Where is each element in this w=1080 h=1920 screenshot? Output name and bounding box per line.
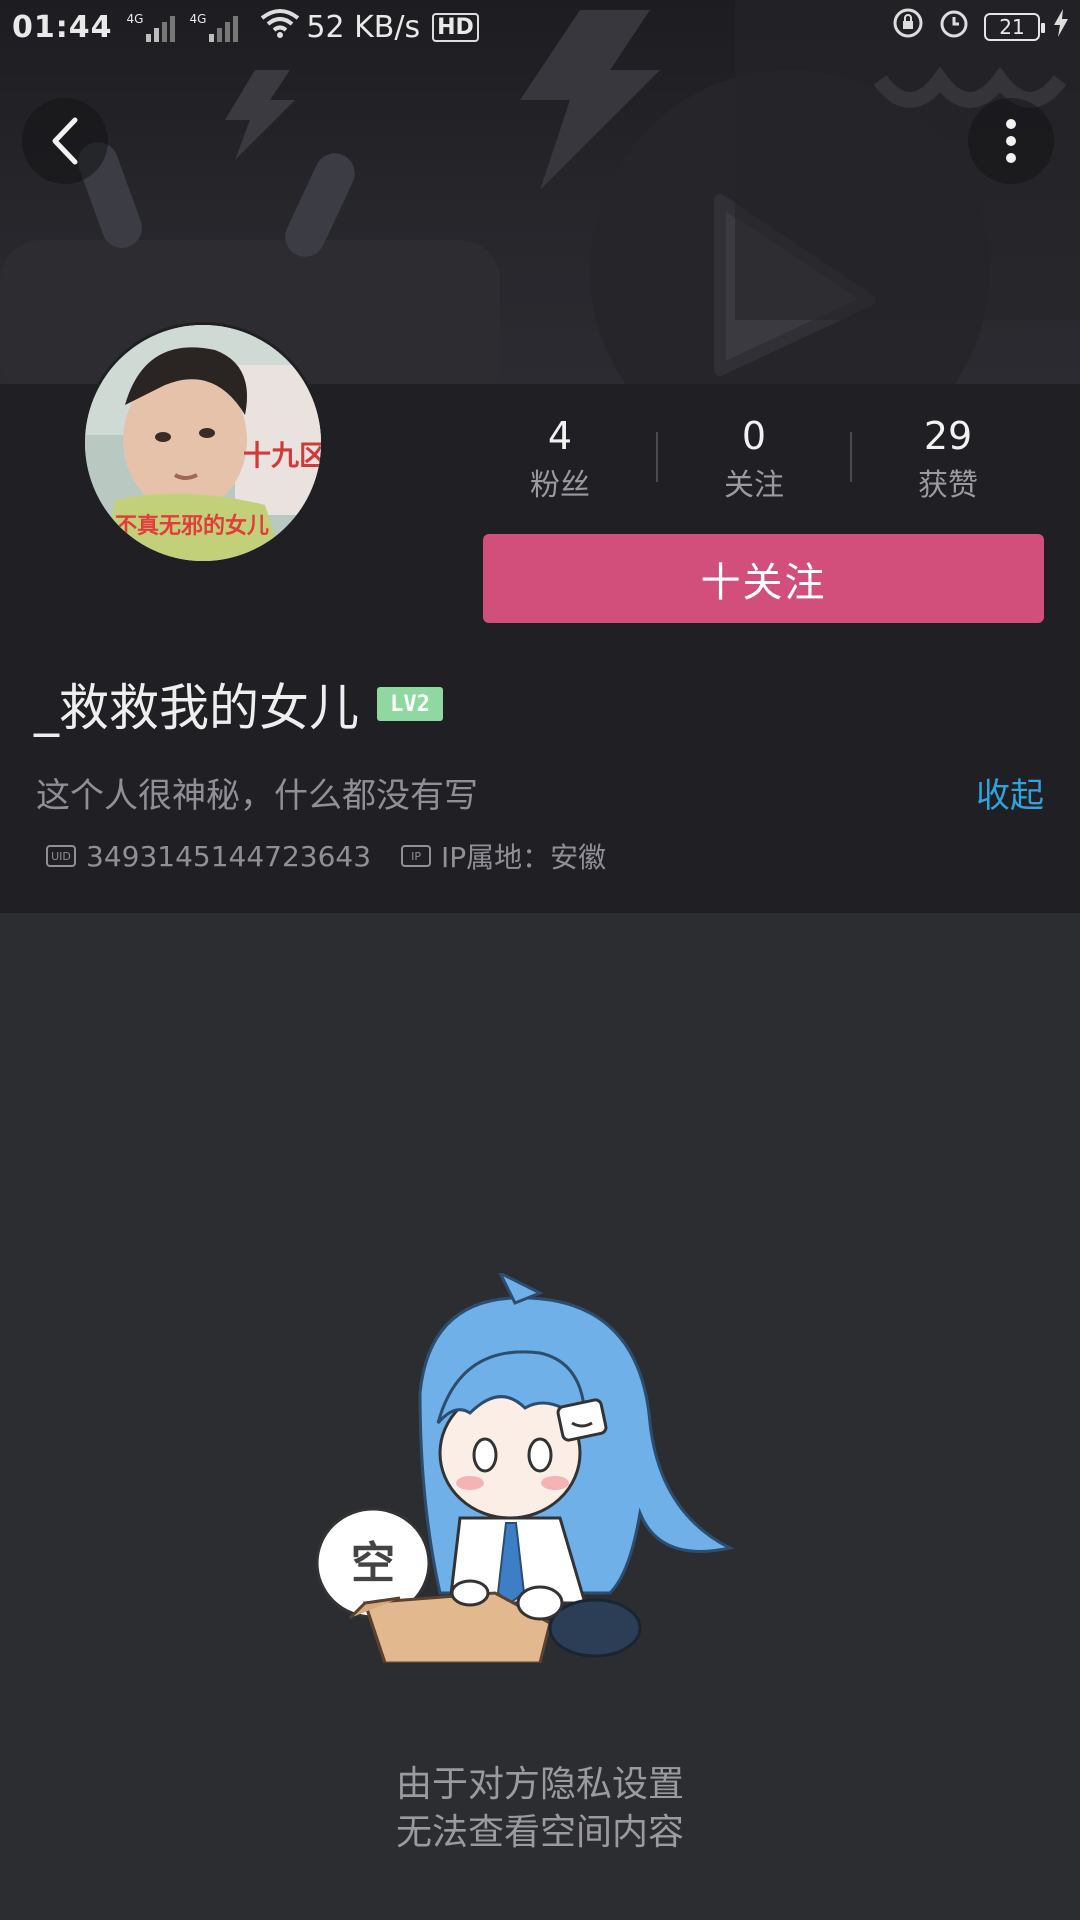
- ip-icon: IP: [401, 845, 432, 867]
- level-badge: LV2: [377, 687, 443, 721]
- bio-text: 这个人很神秘，什么都没有写: [36, 776, 478, 816]
- more-vertical-icon: [1006, 119, 1016, 163]
- back-button[interactable]: [22, 98, 108, 184]
- chevron-left-icon: [52, 117, 78, 165]
- stat-divider: [656, 432, 658, 482]
- battery-icon: 21: [984, 13, 1045, 41]
- empty-message: 由于对方隐私设置 无法查看空间内容: [0, 1761, 1080, 1857]
- username: _救救我的女儿: [34, 679, 359, 737]
- uid-value[interactable]: 3493145144723643: [86, 840, 371, 873]
- alarm-icon: [938, 7, 970, 47]
- follow-button[interactable]: 十关注: [483, 534, 1044, 623]
- stat-fans[interactable]: 4 粉丝: [485, 414, 635, 508]
- charging-icon: [1054, 9, 1068, 45]
- empty-illustration: 空: [315, 1273, 735, 1663]
- avatar-text-b: 不真无邪的女儿: [115, 513, 269, 539]
- profile-banner: 01:44 4G 4G 52 KB/s HD 21: [0, 0, 1080, 384]
- status-time: 01:44: [12, 9, 113, 45]
- stat-fans-value: 4: [547, 414, 573, 458]
- network-speed: 52 KB/s: [306, 9, 421, 45]
- empty-message-line-1: 由于对方隐私设置: [395, 1764, 684, 1805]
- ip-location: IP属地：安徽: [441, 841, 607, 874]
- network-type-1: 4G: [126, 12, 144, 26]
- stat-likes-label: 获赞: [918, 468, 978, 503]
- banner-decoration: [0, 0, 1080, 384]
- hd-voice-icon: HD: [432, 12, 479, 42]
- empty-state: 空 由于对方隐私设置 无法查看空间内容: [0, 913, 1080, 1920]
- meta-row: UID 3493145144723643 IP IP属地：安徽: [46, 836, 606, 876]
- stat-following-value: 0: [741, 414, 767, 458]
- empty-message-line-2: 无法查看空间内容: [395, 1812, 684, 1853]
- stats-row: 4 粉丝 0 关注 29 获赞: [0, 414, 1080, 514]
- stat-divider: [850, 432, 852, 482]
- network-type-2: 4G: [189, 12, 207, 26]
- stat-likes-value: 29: [923, 414, 973, 458]
- signal-1-icon: 4G: [127, 12, 176, 42]
- status-bar: 01:44 4G 4G 52 KB/s HD 21: [0, 0, 1080, 54]
- uid-icon: UID: [46, 845, 76, 867]
- stat-following-label: 关注: [724, 468, 784, 503]
- stat-following[interactable]: 0 关注: [679, 414, 829, 508]
- bubble-text: 空: [351, 1538, 395, 1589]
- collapse-link[interactable]: 收起: [976, 768, 1044, 817]
- wifi-icon: [260, 8, 300, 46]
- more-button[interactable]: [968, 98, 1054, 184]
- lock-rotation-icon: [892, 7, 924, 47]
- stat-fans-label: 粉丝: [530, 468, 590, 503]
- username-row: _救救我的女儿 LV2: [34, 668, 443, 740]
- stat-likes[interactable]: 29 获赞: [873, 414, 1023, 508]
- signal-2-icon: 4G: [189, 12, 239, 42]
